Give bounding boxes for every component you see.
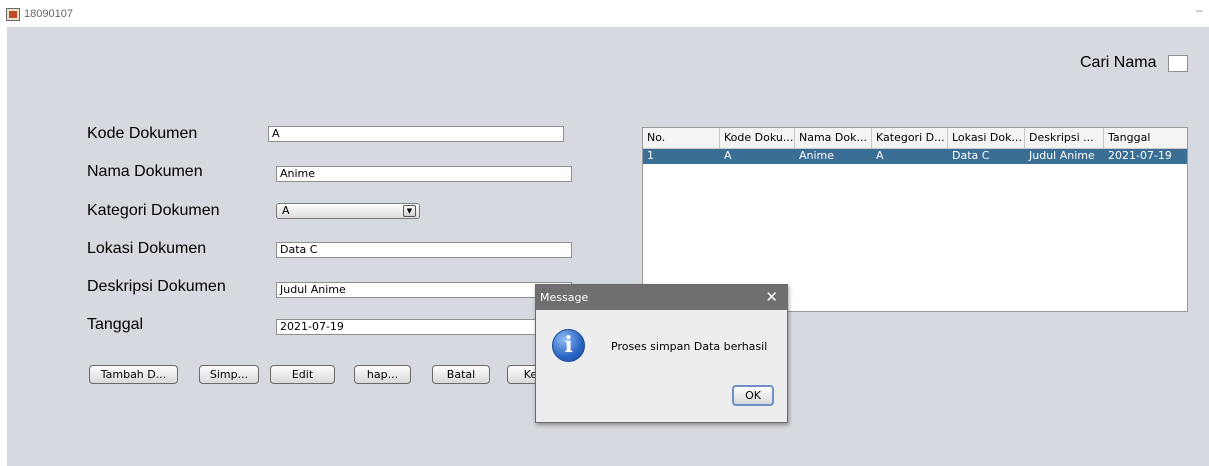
simpan-button[interactable]: Simp...: [199, 365, 259, 384]
cell-kode: A: [724, 149, 732, 162]
dropdown-arrow-icon[interactable]: ▼: [403, 205, 416, 217]
kategori-selected-value: A: [282, 204, 290, 217]
deskripsi-dokumen-field[interactable]: Judul Anime: [276, 282, 572, 298]
tambah-button[interactable]: Tambah D...: [89, 365, 178, 384]
column-header-tanggal[interactable]: Tanggal: [1104, 128, 1187, 149]
cell-nama: Anime: [799, 149, 835, 162]
table-header: No. Kode Doku... Nama Dok... Kategori D.…: [643, 128, 1187, 149]
lokasi-dokumen-label: Lokasi Dokumen: [87, 240, 207, 257]
tanggal-field[interactable]: 2021-07-19: [276, 319, 572, 335]
dialog-titlebar[interactable]: Message ✕: [536, 285, 787, 310]
column-header-nama[interactable]: Nama Dok...: [795, 128, 872, 149]
search-input[interactable]: [1168, 55, 1188, 72]
column-header-lokasi[interactable]: Lokasi Dok...: [948, 128, 1025, 149]
lokasi-dokumen-field[interactable]: Data C: [276, 242, 572, 258]
search-label: Cari Nama: [1080, 54, 1157, 71]
window-titlebar: 18090107 –: [0, 0, 1209, 28]
cell-lokasi: Data C: [952, 149, 990, 162]
column-header-kategori[interactable]: Kategori D...: [872, 128, 948, 149]
window-title: 18090107: [24, 8, 73, 20]
java-app-icon: [6, 8, 20, 21]
message-dialog: Message ✕ i Proses simpan Data berhasil …: [535, 284, 788, 423]
kategori-dokumen-select[interactable]: A ▼: [276, 203, 420, 219]
deskripsi-dokumen-label: Deskripsi Dokumen: [87, 278, 226, 295]
ok-button[interactable]: OK: [732, 385, 774, 406]
kode-dokumen-label: Kode Dokumen: [87, 125, 198, 142]
minimize-button[interactable]: –: [1196, 3, 1203, 17]
cell-no: 1: [647, 149, 654, 162]
hapus-button[interactable]: hap...: [354, 365, 411, 384]
close-icon[interactable]: ✕: [765, 288, 778, 306]
nama-dokumen-field[interactable]: Anime: [276, 166, 572, 182]
cell-tanggal: 2021-07-19: [1108, 149, 1172, 162]
column-header-no[interactable]: No.: [643, 128, 720, 149]
nama-dokumen-label: Nama Dokumen: [87, 163, 203, 180]
batal-button[interactable]: Batal: [432, 365, 490, 384]
cell-kategori: A: [876, 149, 884, 162]
dialog-title: Message: [540, 291, 589, 304]
column-header-kode[interactable]: Kode Doku...: [720, 128, 795, 149]
info-icon: i: [552, 329, 585, 362]
cell-deskripsi: Judul Anime: [1029, 149, 1095, 162]
edit-button[interactable]: Edit: [270, 365, 335, 384]
tanggal-label: Tanggal: [87, 316, 144, 333]
column-header-deskripsi[interactable]: Deskripsi ...: [1025, 128, 1104, 149]
kode-dokumen-field[interactable]: A: [268, 126, 564, 142]
kategori-dokumen-label: Kategori Dokumen: [87, 202, 220, 219]
table-row[interactable]: 1 A Anime A Data C Judul Anime 2021-07-1…: [643, 149, 1187, 164]
dialog-message: Proses simpan Data berhasil: [611, 340, 768, 353]
